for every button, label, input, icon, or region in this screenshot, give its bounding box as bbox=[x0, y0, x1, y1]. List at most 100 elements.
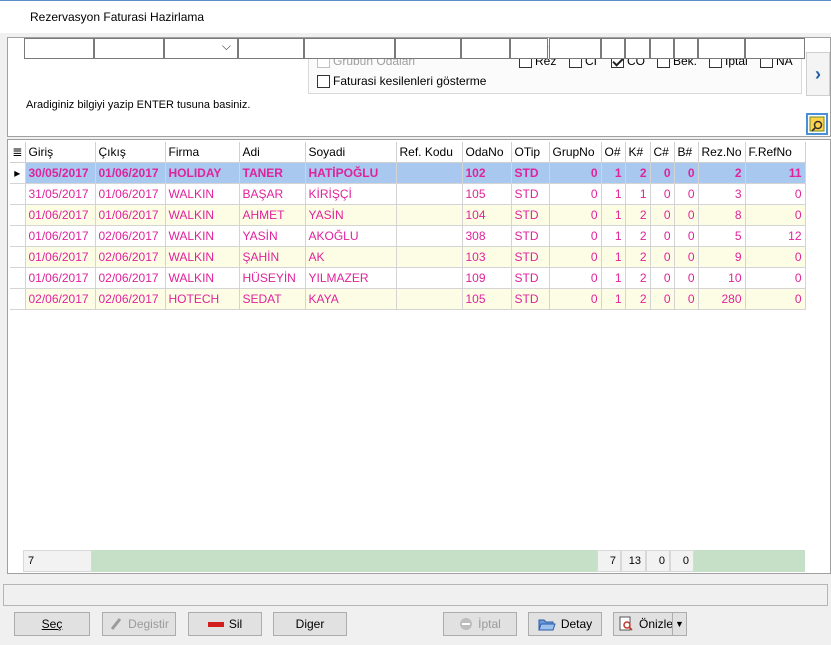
table-cell[interactable]: 0 bbox=[745, 204, 806, 226]
table-cell[interactable]: 01/06/2017 bbox=[95, 162, 166, 184]
table-cell[interactable]: 8 bbox=[698, 204, 746, 226]
table-cell[interactable]: 1 bbox=[601, 246, 626, 268]
table-cell[interactable]: 0 bbox=[650, 183, 675, 205]
table-cell[interactable]: 0 bbox=[549, 288, 602, 310]
table-cell[interactable]: 01/06/2017 bbox=[95, 183, 166, 205]
search-filter-field[interactable] bbox=[24, 38, 94, 59]
table-cell[interactable]: AK bbox=[305, 246, 397, 268]
table-cell[interactable]: 0 bbox=[674, 267, 699, 289]
table-cell[interactable]: 02/06/2017 bbox=[95, 225, 166, 247]
column-header[interactable]: Çıkış bbox=[95, 142, 166, 163]
table-cell[interactable]: 01/06/2017 bbox=[25, 204, 96, 226]
table-cell[interactable]: HOLIDAY bbox=[165, 162, 240, 184]
table-cell[interactable]: 0 bbox=[650, 246, 675, 268]
table-cell[interactable]: 2 bbox=[625, 288, 651, 310]
table-cell[interactable]: YASİN bbox=[239, 225, 306, 247]
search-button[interactable] bbox=[806, 113, 828, 135]
table-cell[interactable] bbox=[396, 204, 463, 226]
table-cell[interactable]: 0 bbox=[650, 204, 675, 226]
table-cell[interactable] bbox=[396, 246, 463, 268]
search-filter-field[interactable] bbox=[601, 38, 625, 59]
table-cell[interactable]: 0 bbox=[549, 204, 602, 226]
table-row[interactable]: 31/05/2017 01/06/2017 WALKIN BAŞAR KİRİŞÇİ 10… bbox=[10, 183, 806, 205]
column-header[interactable]: Adi bbox=[239, 142, 306, 163]
table-cell[interactable]: 01/06/2017 bbox=[25, 225, 96, 247]
table-cell[interactable] bbox=[396, 162, 463, 184]
dropdown-arrow-icon[interactable]: ▼ bbox=[672, 613, 686, 635]
table-cell[interactable]: 1 bbox=[601, 204, 626, 226]
table-cell[interactable]: 308 bbox=[462, 225, 512, 247]
sec-button[interactable]: Seç bbox=[14, 612, 90, 636]
table-cell[interactable]: 3 bbox=[698, 183, 746, 205]
table-cell[interactable]: WALKIN bbox=[165, 225, 240, 247]
table-cell[interactable]: 0 bbox=[549, 225, 602, 247]
firma-filter-select[interactable] bbox=[164, 38, 238, 59]
table-cell[interactable]: 0 bbox=[745, 246, 806, 268]
table-cell[interactable]: 0 bbox=[549, 183, 602, 205]
degistir-button[interactable]: Degistir bbox=[102, 612, 176, 636]
table-cell[interactable]: 12 bbox=[745, 225, 806, 247]
search-filter-field[interactable] bbox=[745, 38, 805, 59]
table-cell[interactable]: STD bbox=[511, 288, 550, 310]
detay-button[interactable]: Detay bbox=[528, 612, 602, 636]
table-cell[interactable]: 1 bbox=[601, 288, 626, 310]
search-filter-field[interactable] bbox=[650, 38, 674, 59]
table-cell[interactable]: 105 bbox=[462, 183, 512, 205]
table-cell[interactable]: 2 bbox=[625, 246, 651, 268]
column-header[interactable]: GrupNo bbox=[549, 142, 602, 163]
search-filter-field[interactable] bbox=[94, 38, 164, 59]
table-cell[interactable]: 0 bbox=[674, 162, 699, 184]
table-cell[interactable] bbox=[396, 225, 463, 247]
table-cell[interactable]: 0 bbox=[674, 183, 699, 205]
table-cell[interactable]: 1 bbox=[601, 267, 626, 289]
table-row[interactable]: ▸ 30/05/2017 01/06/2017 HOLIDAY TANER HATİPOĞ… bbox=[10, 162, 806, 184]
table-cell[interactable]: AKOĞLU bbox=[305, 225, 397, 247]
table-cell[interactable]: WALKIN bbox=[165, 267, 240, 289]
table-cell[interactable]: 2 bbox=[625, 204, 651, 226]
column-header[interactable]: K# bbox=[625, 142, 651, 163]
table-cell[interactable]: 01/06/2017 bbox=[25, 246, 96, 268]
diger-button[interactable]: Diger bbox=[273, 612, 347, 636]
iptal-button[interactable]: İptal bbox=[443, 612, 517, 636]
table-cell[interactable]: AHMET bbox=[239, 204, 306, 226]
table-cell[interactable]: 01/06/2017 bbox=[25, 267, 96, 289]
search-filter-field[interactable] bbox=[549, 38, 601, 59]
table-cell[interactable]: 109 bbox=[462, 267, 512, 289]
table-cell[interactable]: KAYA bbox=[305, 288, 397, 310]
table-cell[interactable]: 104 bbox=[462, 204, 512, 226]
search-filter-field[interactable] bbox=[698, 38, 745, 59]
table-cell[interactable]: 105 bbox=[462, 288, 512, 310]
column-header[interactable]: Soyadi bbox=[305, 142, 397, 163]
table-cell[interactable]: 02/06/2017 bbox=[95, 246, 166, 268]
column-header[interactable]: B# bbox=[674, 142, 699, 163]
table-cell[interactable]: WALKIN bbox=[165, 204, 240, 226]
column-header[interactable]: Giriş bbox=[25, 142, 96, 163]
column-chooser-icon[interactable]: ≣ bbox=[10, 142, 26, 163]
table-cell[interactable]: 0 bbox=[745, 288, 806, 310]
table-cell[interactable]: 2 bbox=[698, 162, 746, 184]
table-cell[interactable] bbox=[396, 183, 463, 205]
column-header[interactable]: OdaNo bbox=[462, 142, 512, 163]
table-cell[interactable]: ŞAHİN bbox=[239, 246, 306, 268]
table-cell[interactable]: TANER bbox=[239, 162, 306, 184]
table-cell[interactable]: STD bbox=[511, 162, 550, 184]
column-header[interactable]: O# bbox=[601, 142, 626, 163]
table-cell[interactable]: YASİN bbox=[305, 204, 397, 226]
table-cell[interactable]: 9 bbox=[698, 246, 746, 268]
table-cell[interactable]: 0 bbox=[674, 288, 699, 310]
table-row[interactable]: 02/06/2017 02/06/2017 HOTECH SEDAT KAYA 105 ST… bbox=[10, 288, 806, 310]
table-cell[interactable]: WALKIN bbox=[165, 246, 240, 268]
table-cell[interactable]: 02/06/2017 bbox=[95, 267, 166, 289]
search-filter-field[interactable] bbox=[238, 38, 304, 59]
table-cell[interactable]: KİRİŞÇİ bbox=[305, 183, 397, 205]
table-cell[interactable]: STD bbox=[511, 267, 550, 289]
column-header[interactable]: F.RefNo bbox=[745, 142, 806, 163]
table-cell[interactable]: 30/05/2017 bbox=[25, 162, 96, 184]
column-header[interactable]: Rez.No bbox=[698, 142, 746, 163]
column-header[interactable]: Ref. Kodu bbox=[396, 142, 463, 163]
table-cell[interactable]: 0 bbox=[650, 225, 675, 247]
table-cell[interactable]: 0 bbox=[745, 183, 806, 205]
table-cell[interactable]: 1 bbox=[625, 183, 651, 205]
search-filter-field[interactable] bbox=[674, 38, 698, 59]
table-cell[interactable]: 0 bbox=[650, 267, 675, 289]
